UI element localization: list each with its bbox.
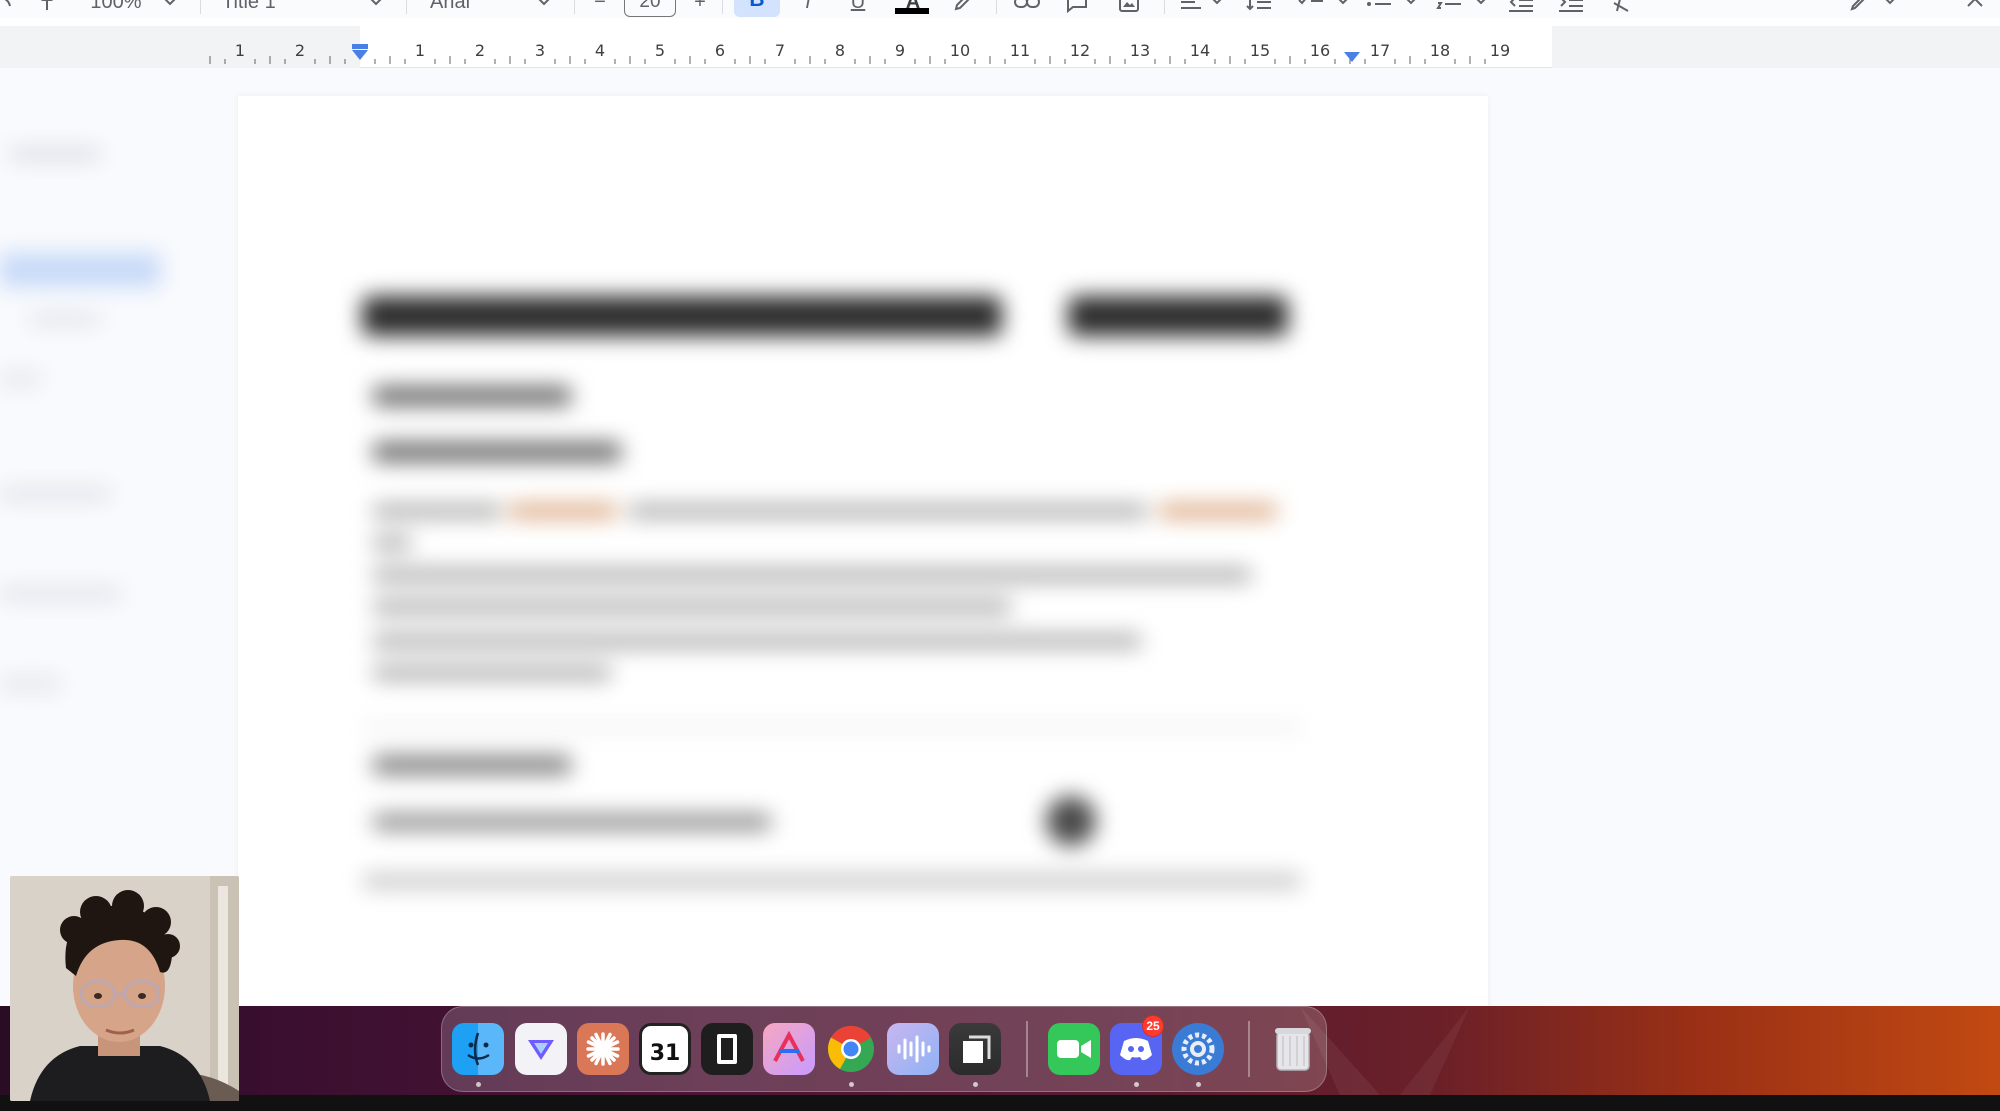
chevron-down-icon[interactable]: [368, 0, 384, 18]
presenter-video: [10, 876, 239, 1101]
collapse-icon[interactable]: [1960, 0, 1990, 18]
screen-bottom-bar: [0, 1095, 2000, 1111]
chevron-down-icon[interactable]: [1474, 0, 1488, 18]
highlight-icon[interactable]: [950, 0, 976, 18]
ruler-label: 9: [895, 41, 905, 60]
font-select[interactable]: Arial: [430, 0, 490, 18]
blurred-document-content: [238, 96, 1488, 1006]
ruler-label: 4: [595, 41, 605, 60]
notes-app-icon[interactable]: [949, 1023, 1001, 1075]
voice-memos-app-icon[interactable]: [887, 1023, 939, 1075]
ruler-label: 3: [535, 41, 545, 60]
comment-icon[interactable]: [1062, 0, 1092, 18]
document-area: [0, 68, 2000, 1006]
ruler-label: 2: [295, 41, 305, 60]
system-settings-app-icon[interactable]: [1172, 1023, 1224, 1075]
increase-indent-icon[interactable]: [1556, 0, 1586, 18]
ruler-label: 10: [950, 41, 970, 60]
underline-button[interactable]: U: [846, 0, 870, 18]
ruler-label: 19: [1490, 41, 1510, 60]
font-size-input[interactable]: 20: [624, 0, 676, 17]
toolbar-divider: [1164, 0, 1165, 14]
toolbar-divider: [574, 0, 575, 14]
toolbar-divider: [996, 0, 997, 14]
chevron-down-icon[interactable]: [1210, 0, 1224, 18]
notion-app-icon[interactable]: [701, 1023, 753, 1075]
webcam-overlay: [10, 876, 239, 1101]
document-page[interactable]: [238, 96, 1488, 1006]
ruler-label: 14: [1190, 41, 1210, 60]
italic-button[interactable]: I: [796, 0, 820, 18]
running-indicator: [1134, 1082, 1139, 1087]
chevron-down-icon[interactable]: [162, 0, 178, 18]
ruler-label: 1: [235, 41, 245, 60]
discord-notification-badge: 25: [1142, 1015, 1164, 1037]
running-indicator: [476, 1082, 481, 1087]
claude-app-icon[interactable]: [577, 1023, 629, 1075]
first-line-indent-marker[interactable]: [352, 44, 368, 49]
screen: 100% Title 1 Arial − 20 + B I U A: [0, 0, 2000, 1111]
align-icon[interactable]: [1178, 0, 1204, 18]
numbered-list-icon[interactable]: [1434, 0, 1464, 18]
ruler-label: 6: [715, 41, 725, 60]
toolbar-divider: [200, 0, 201, 14]
chrome-app-icon[interactable]: [825, 1023, 877, 1075]
ruler-label: 8: [835, 41, 845, 60]
increase-font-size-button[interactable]: +: [688, 0, 712, 18]
ruler-label: 13: [1130, 41, 1150, 60]
trash-icon[interactable]: [1267, 1023, 1319, 1075]
calendar-date: 31: [649, 1040, 681, 1066]
chevron-down-icon[interactable]: [1336, 0, 1350, 18]
running-indicator: [1196, 1082, 1201, 1087]
ruler-left-margin: [0, 26, 360, 68]
ruler-right-margin: [1552, 26, 2000, 68]
chevron-down-icon[interactable]: [536, 0, 552, 18]
affinity-app-icon[interactable]: [763, 1023, 815, 1075]
ruler[interactable]: 2 1 1 2 3 4 5 6 7 8 9 10 11 12 13 14 15 16 17 18 19: [0, 26, 2000, 68]
text-color-swatch: [895, 8, 929, 14]
chevron-down-icon[interactable]: [1882, 0, 1898, 18]
decrease-font-size-button[interactable]: −: [590, 0, 610, 18]
style-select[interactable]: Title 1: [222, 0, 302, 18]
chevron-down-icon[interactable]: [1404, 0, 1418, 18]
redo-icon[interactable]: [0, 0, 14, 18]
dock-divider: [1248, 1021, 1250, 1077]
decrease-indent-icon[interactable]: [1506, 0, 1536, 18]
paint-format-icon[interactable]: [36, 0, 58, 18]
finder-app-icon[interactable]: [452, 1023, 504, 1075]
ruler-label: 5: [655, 41, 665, 60]
linear-app-icon[interactable]: [515, 1023, 567, 1075]
dock-divider: [1026, 1021, 1028, 1077]
ruler-label: 7: [775, 41, 785, 60]
ruler-label: 16: [1310, 41, 1330, 60]
ruler-label: 17: [1370, 41, 1390, 60]
calendar-app-icon[interactable]: 31: [639, 1023, 691, 1075]
ruler-label: 2: [475, 41, 485, 60]
zoom-select[interactable]: 100%: [86, 0, 146, 18]
clear-formatting-icon[interactable]: [1606, 0, 1636, 18]
facetime-app-icon[interactable]: [1048, 1023, 1100, 1075]
ruler-label: 15: [1250, 41, 1270, 60]
ruler-label: 18: [1430, 41, 1450, 60]
right-indent-marker[interactable]: [1344, 52, 1360, 62]
ruler-scale: 21 1 2 3 4 5 6 7 8 9 10 11 12 13 14 15 16 17 18 19: [0, 26, 2000, 68]
link-icon[interactable]: [1012, 0, 1042, 18]
bold-button[interactable]: B: [734, 0, 780, 17]
docs-toolbar: 100% Title 1 Arial − 20 + B I U A: [0, 0, 2000, 18]
dock: 31 25: [441, 1006, 1327, 1092]
running-indicator: [849, 1082, 854, 1087]
checklist-icon[interactable]: [1296, 0, 1326, 18]
ruler-label: 12: [1070, 41, 1090, 60]
editing-mode-icon[interactable]: [1844, 0, 1874, 18]
image-icon[interactable]: [1114, 0, 1144, 18]
ruler-label: 1: [415, 41, 425, 60]
ruler-label: 11: [1010, 41, 1030, 60]
toolbar-divider: [722, 0, 723, 14]
bullet-list-icon[interactable]: [1364, 0, 1394, 18]
document-outline-sidebar[interactable]: [0, 68, 200, 1006]
running-indicator: [973, 1082, 978, 1087]
line-spacing-icon[interactable]: [1244, 0, 1274, 18]
toolbar-divider: [406, 0, 407, 14]
